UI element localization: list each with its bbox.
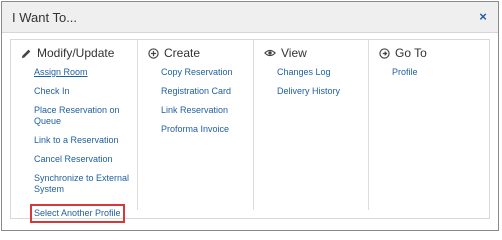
column-header-label: Create: [164, 46, 201, 60]
close-icon[interactable]: ×: [477, 10, 489, 23]
cancel-reservation-link[interactable]: Cancel Reservation: [34, 154, 132, 165]
column-header-label: Modify/Update: [37, 46, 115, 60]
actions-panel: Modify/Update Assign Room Check In Place…: [10, 39, 490, 223]
proforma-invoice-link[interactable]: Proforma Invoice: [161, 124, 259, 135]
profile-link[interactable]: Profile: [392, 67, 490, 78]
plus-circle-icon: [148, 47, 159, 59]
pencil-icon: [21, 49, 31, 58]
column-header: Create: [148, 46, 200, 60]
link-to-a-reservation-link[interactable]: Link to a Reservation: [34, 135, 132, 146]
assign-room-link[interactable]: Assign Room: [34, 67, 132, 78]
title-bar: I Want To... ×: [2, 2, 498, 33]
select-another-profile-link[interactable]: Select Another Profile: [30, 204, 125, 223]
link-reservation-link[interactable]: Link Reservation: [161, 105, 259, 116]
i-want-to-dialog: I Want To... × Modify/Update Assign Room…: [1, 1, 499, 231]
synchronize-to-external-system-link[interactable]: Synchronize to External System: [34, 173, 132, 195]
arrow-circle-icon: [379, 47, 390, 59]
eye-icon: [264, 49, 276, 57]
registration-card-link[interactable]: Registration Card: [161, 86, 259, 97]
column-go-to: Go To Profile: [368, 40, 490, 210]
column-modify-update: Modify/Update Assign Room Check In Place…: [11, 40, 137, 223]
column-header: Modify/Update: [21, 46, 114, 60]
column-create: Create Copy Reservation Registration Car…: [137, 40, 254, 210]
column-header: Go To: [379, 46, 427, 60]
place-reservation-on-queue-link[interactable]: Place Reservation on Queue: [34, 105, 132, 127]
check-in-link[interactable]: Check In: [34, 86, 132, 97]
delivery-history-link[interactable]: Delivery History: [277, 86, 375, 97]
column-header: View: [264, 46, 307, 60]
column-header-label: View: [281, 46, 307, 60]
copy-reservation-link[interactable]: Copy Reservation: [161, 67, 259, 78]
dialog-title: I Want To...: [12, 10, 78, 25]
changes-log-link[interactable]: Changes Log: [277, 67, 375, 78]
column-header-label: Go To: [395, 46, 427, 60]
column-view: View Changes Log Delivery History: [253, 40, 369, 210]
